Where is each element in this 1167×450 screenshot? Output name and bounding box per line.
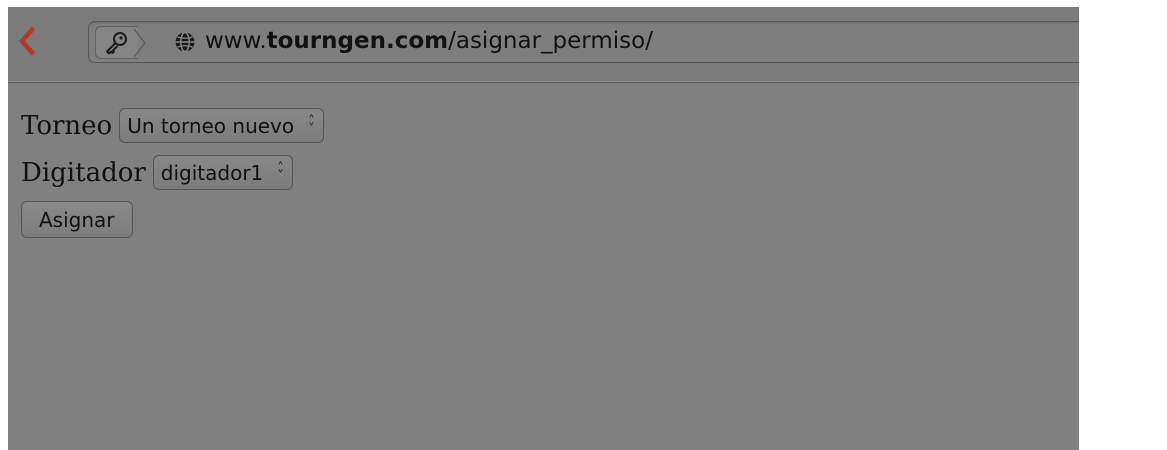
cropped-caption-text (8, 0, 1078, 7)
digitador-select[interactable]: digitador1 ˄ ˅ (152, 155, 293, 190)
url-domain: tourngen.com (266, 28, 449, 54)
up-down-arrows-icon: ˄ ˅ (277, 160, 284, 184)
page-content: Torneo Un torneo nuevo ˄ ˅ Digitador digi… (21, 102, 324, 243)
submit-row: Asignar (21, 196, 324, 243)
navigation-toolbar: www.tourngen.com/asignar_permiso/ (8, 7, 1079, 83)
url-prefix: www. (205, 28, 267, 54)
up-down-arrows-icon: ˄ ˅ (308, 113, 315, 137)
torneo-label: Torneo (21, 110, 113, 141)
torneo-row: Torneo Un torneo nuevo ˄ ˅ (21, 102, 324, 149)
url-text[interactable]: www.tourngen.com/asignar_permiso/ (205, 26, 653, 56)
globe-icon (175, 31, 195, 53)
url-bar[interactable]: www.tourngen.com/asignar_permiso/ (88, 21, 1079, 63)
back-button[interactable] (8, 21, 42, 61)
torneo-select[interactable]: Un torneo nuevo ˄ ˅ (119, 108, 324, 143)
asignar-button[interactable]: Asignar (21, 201, 133, 238)
identity-separator-arrow (133, 28, 146, 58)
digitador-label: Digitador (21, 157, 146, 188)
digitador-row: Digitador digitador1 ˄ ˅ (21, 149, 324, 196)
key-icon (106, 31, 127, 54)
browser-window: www.tourngen.com/asignar_permiso/ Torneo… (8, 7, 1079, 450)
url-path: /asignar_permiso/ (448, 28, 653, 54)
back-arrow-icon (19, 26, 35, 56)
digitador-selected-value: digitador1 (160, 160, 264, 185)
site-identity-button[interactable] (95, 26, 138, 59)
torneo-selected-value: Un torneo nuevo (127, 113, 295, 138)
